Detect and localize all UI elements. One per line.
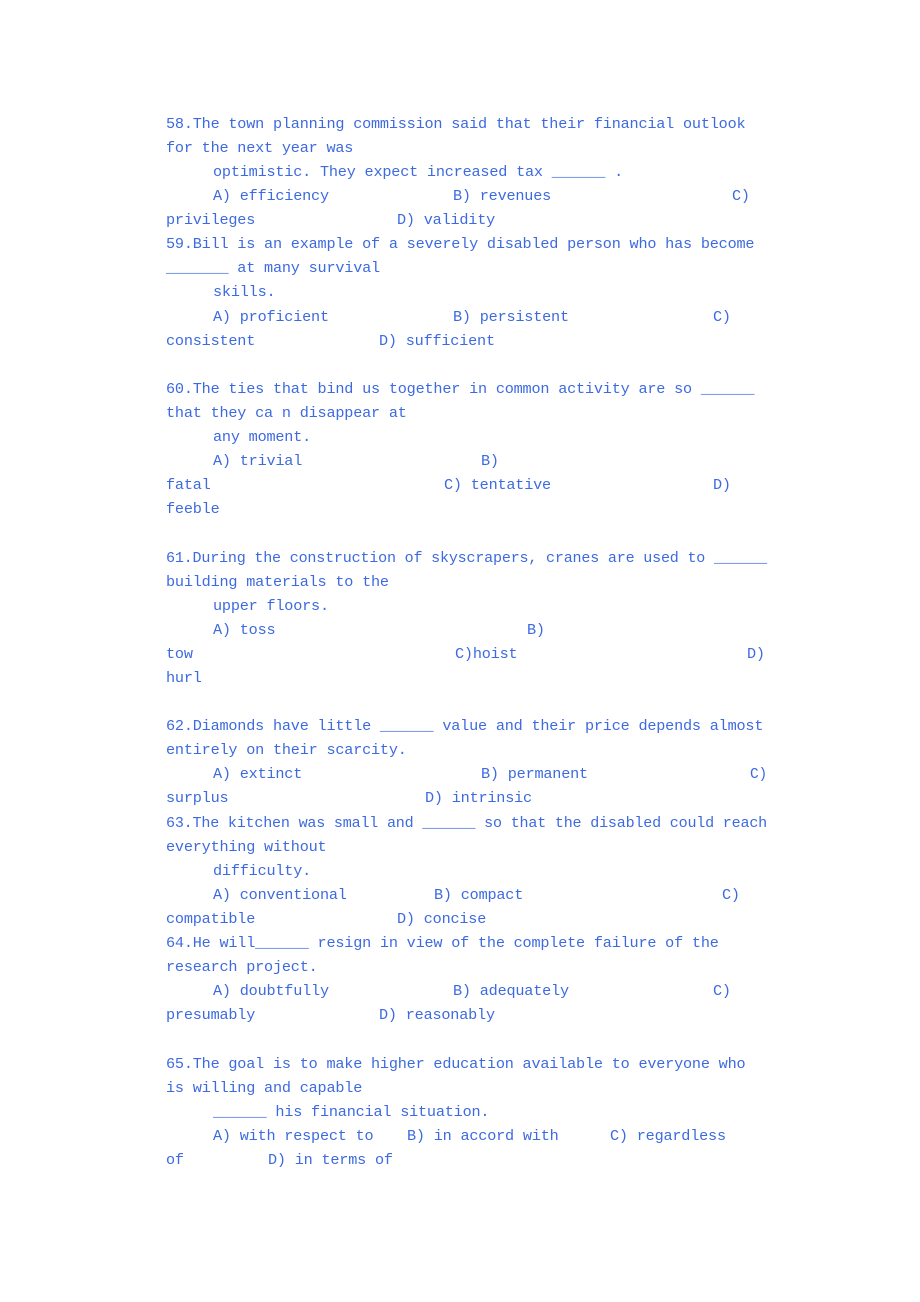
option-c-label: C) <box>750 765 767 783</box>
question-text: that they ca n disappear at <box>166 404 407 422</box>
option-a: A) conventional <box>213 886 347 904</box>
option-c-text: of <box>166 1151 184 1169</box>
option-c-label: C) <box>713 308 731 326</box>
question-text: 61.During the construction of skyscraper… <box>166 549 768 567</box>
option-c-text: privileges <box>166 211 256 229</box>
option-c: C)hoist <box>455 645 518 663</box>
option-c: C) tentative <box>444 476 551 494</box>
option-b-text: tow <box>166 645 193 663</box>
option-b: B) revenues <box>453 187 552 205</box>
option-c-text: consistent <box>166 332 256 350</box>
option-b: B) in accord with <box>407 1127 559 1145</box>
option-a: A) efficiency <box>213 187 329 205</box>
option-b: B) permanent <box>481 765 588 783</box>
option-b-label: B) <box>481 452 499 470</box>
option-a: A) with respect to <box>213 1127 374 1145</box>
option-d: D) validity <box>397 211 496 229</box>
question-text: for the next year was <box>166 139 354 157</box>
option-b-text: fatal <box>166 476 211 494</box>
option-a: A) proficient <box>213 308 329 326</box>
question-text: optimistic. They expect increased tax __… <box>213 163 624 181</box>
question-text: 60.The ties that bind us together in com… <box>166 380 755 398</box>
document-page: 58.The town planning commission said tha… <box>0 0 920 1302</box>
option-b: B) adequately <box>453 982 569 1000</box>
question-text: _______ at many survival <box>166 259 380 277</box>
question-text: skills. <box>213 283 276 301</box>
question-text: any moment. <box>213 428 312 446</box>
option-d: D) reasonably <box>379 1006 495 1024</box>
question-text: 64.He will______ resign in view of the c… <box>166 934 719 952</box>
question-text: research project. <box>166 958 318 976</box>
option-d-label: D) <box>747 645 765 663</box>
option-b: B) persistent <box>453 308 569 326</box>
option-c: C) regardless <box>610 1127 726 1145</box>
option-c-label: C) <box>732 187 750 205</box>
option-c-label: C) <box>722 886 740 904</box>
option-b: B) compact <box>434 886 524 904</box>
question-text: 59.Bill is an example of a severely disa… <box>166 235 755 253</box>
question-text: 62.Diamonds have little ______ value and… <box>166 717 764 735</box>
option-a: A) doubtfully <box>213 982 329 1000</box>
option-c-text: surplus <box>166 789 229 807</box>
option-d-label: D) <box>713 476 731 494</box>
option-c-text: compatible <box>166 910 256 928</box>
option-d: D) intrinsic <box>425 789 532 807</box>
option-b-label: B) <box>527 621 545 639</box>
option-d: D) in terms of <box>268 1151 393 1169</box>
question-text: 63.The kitchen was small and ______ so t… <box>166 814 768 832</box>
option-d-text: feeble <box>166 500 220 518</box>
option-a: A) trivial <box>213 452 303 470</box>
question-text: 65.The goal is to make higher education … <box>166 1055 746 1073</box>
option-d-text: hurl <box>166 669 202 687</box>
question-text: entirely on their scarcity. <box>166 741 407 759</box>
question-text: ______ his financial situation. <box>213 1103 490 1121</box>
option-a: A) extinct <box>213 765 303 783</box>
question-text: is willing and capable <box>166 1079 363 1097</box>
option-c-label: C) <box>713 982 731 1000</box>
option-a: A) toss <box>213 621 276 639</box>
option-c-text: presumably <box>166 1006 256 1024</box>
option-d: D) concise <box>397 910 487 928</box>
question-text: building materials to the <box>166 573 389 591</box>
option-d: D) sufficient <box>379 332 495 350</box>
question-text: difficulty. <box>213 862 312 880</box>
question-text: everything without <box>166 838 327 856</box>
question-text: upper floors. <box>213 597 329 615</box>
question-text: 58.The town planning commission said tha… <box>166 115 746 133</box>
